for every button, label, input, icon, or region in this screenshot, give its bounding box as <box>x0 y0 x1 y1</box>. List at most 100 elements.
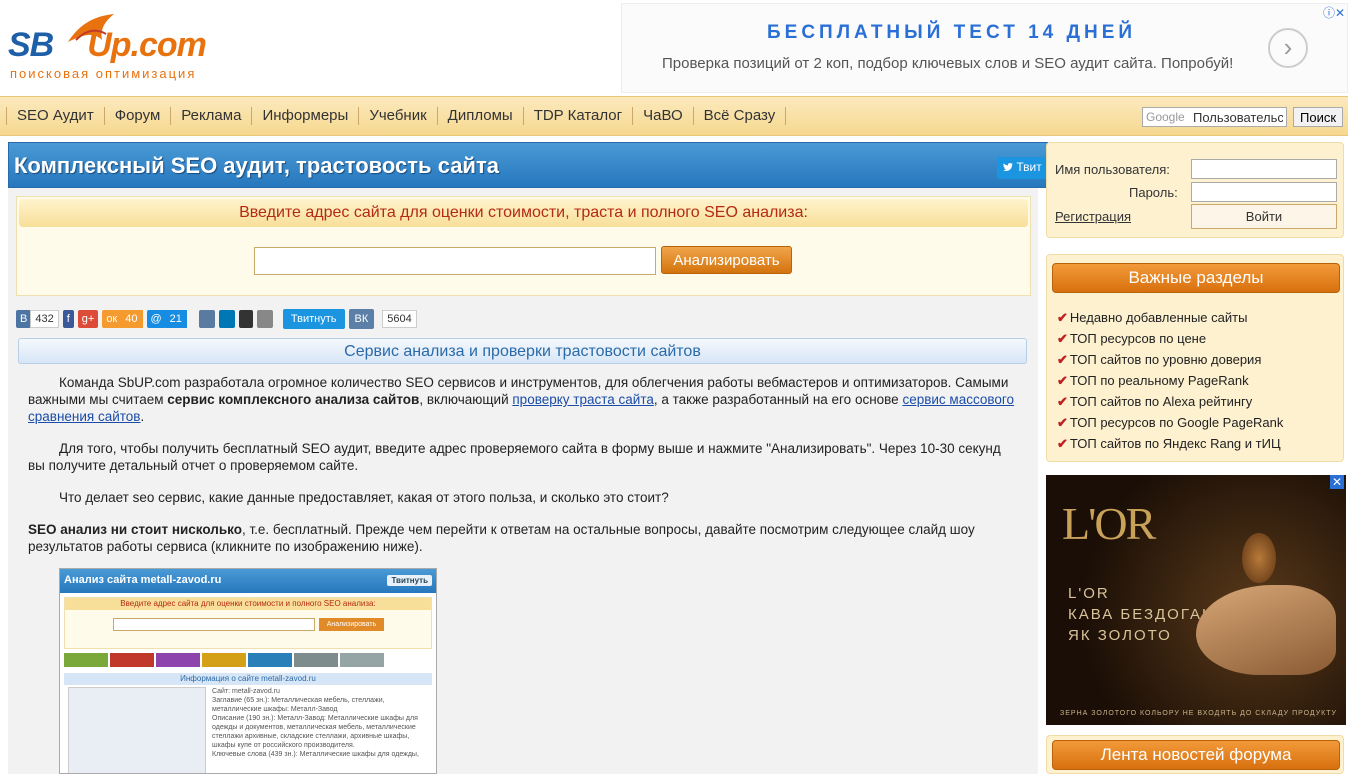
important-section-link[interactable]: ✔ ТОП сайтов по Яндекс Rang и тИЦ <box>1057 433 1283 454</box>
important-section-label: ТОП ресурсов по цене <box>1069 331 1207 346</box>
vk-share-count: 432 <box>30 310 59 328</box>
logo-wordmark: SB Up.com <box>8 26 207 64</box>
important-section-label: ТОП сайтов по уровню доверия <box>1069 352 1262 367</box>
bookmark-share-icon[interactable] <box>198 310 215 328</box>
twitter-icon <box>1003 163 1013 172</box>
important-section-link[interactable]: ✔ ТОП по реальному PageRank <box>1057 370 1283 391</box>
check-icon: ✔ <box>1057 394 1068 409</box>
linkedin-share-icon[interactable] <box>218 310 235 328</box>
section-heading: Сервис анализа и проверки трастовости са… <box>18 338 1027 364</box>
important-section-label: Недавно добавленные сайты <box>1069 310 1248 325</box>
ok-share-count: 40 <box>120 310 143 328</box>
site-header: SB Up.com поисковая оптимизация ⓘ✕ БЕСПЛА… <box>0 0 1348 96</box>
nav-item[interactable]: Форум <box>105 107 172 125</box>
ad-disclaimer: ЗЕРНА ЗОЛОТОГО КОЛЬОРУ НЕ ВХОДЯТЬ ДО СКЛ… <box>1060 710 1337 717</box>
mail-share-icon[interactable]: @ <box>146 310 166 328</box>
check-icon: ✔ <box>1057 331 1068 346</box>
slide-info-header: Информация о сайте metall-zavod.ru <box>64 673 432 685</box>
check-icon: ✔ <box>1057 310 1068 325</box>
ad-coffee-bean-image <box>1242 533 1276 583</box>
login-button[interactable]: Войти <box>1191 204 1337 229</box>
logo-tagline: поисковая оптимизация <box>10 66 197 81</box>
facebook-share-icon[interactable]: f <box>62 310 74 328</box>
paragraph-howto: Для того, чтобы получить бесплатный SEO … <box>28 441 1001 473</box>
paragraph-free: SEO анализ ни стоит нисколько, т.е. бесп… <box>28 522 975 554</box>
login-box: Имя пользователя: Пароль: Регистрация Во… <box>1046 142 1344 238</box>
delicious-share-icon[interactable] <box>238 310 253 328</box>
slideshow-preview-image[interactable]: Анализ сайта metall-zavod.ru Твитнуть Вве… <box>59 568 437 774</box>
vk-share-icon[interactable]: В <box>16 310 32 328</box>
paragraph-intro: Команда SbUP.com разработала огромное ко… <box>28 375 1015 424</box>
important-sections-title: Важные разделы <box>1052 263 1340 293</box>
slide-badges <box>64 653 432 669</box>
like-count: 5604 <box>382 310 417 328</box>
ad-close-icon[interactable]: ✕ <box>1330 475 1344 489</box>
tweet-share-button[interactable]: Твитнуть <box>282 309 345 329</box>
slide-site-thumbnail <box>68 687 206 773</box>
check-icon: ✔ <box>1057 373 1068 388</box>
important-section-label: ТОП ресурсов по Google PageRank <box>1069 415 1284 430</box>
form-header: Введите адрес сайта для оценки стоимости… <box>19 199 1028 227</box>
site-url-input[interactable] <box>254 247 656 275</box>
important-sections-list: ✔ Недавно добавленные сайты ✔ ТОП ресурсов … <box>1057 307 1283 454</box>
slide-site-meta: Сайт: metall-zavod.ru Заглавие (65 зн.):… <box>212 688 419 758</box>
site-search: Google Поиск <box>1142 107 1344 127</box>
gplus-share-icon[interactable]: g+ <box>77 310 99 328</box>
important-section-link[interactable]: ✔ ТОП сайтов по уровню доверия <box>1057 349 1283 370</box>
trust-check-link[interactable]: проверку траста сайта <box>512 392 654 407</box>
search-input[interactable] <box>1142 107 1287 127</box>
top-banner-ad[interactable]: ⓘ✕ БЕСПЛАТНЫЙ ТЕСТ 14 ДНЕЙ Проверка пози… <box>621 3 1348 93</box>
nav-item[interactable]: Дипломы <box>438 107 524 125</box>
important-section-link[interactable]: ✔ ТОП ресурсов по цене <box>1057 328 1283 349</box>
important-section-label: ТОП по реальному PageRank <box>1069 373 1249 388</box>
share-buttons: В 432 f g+ ок 40 @ 21 Твитнуть ВК 5604 <box>16 307 417 331</box>
username-input[interactable] <box>1191 159 1337 179</box>
vk-like-button[interactable]: ВК <box>348 309 375 329</box>
nav-item[interactable]: SEO Аудит <box>6 107 105 125</box>
main-nav: SEO Аудит Форум Реклама Информеры Учебник Дип… <box>0 96 1348 136</box>
sidebar-ad-lor[interactable]: ✕ L'OR L'OR КАВА БЕЗДОГАННА, ЯК ЗОЛОТО ЗЕР… <box>1046 475 1346 725</box>
forum-news-box: Лента новостей форума <box>1046 735 1344 774</box>
register-link[interactable]: Регистрация <box>1055 209 1131 224</box>
check-icon: ✔ <box>1057 352 1068 367</box>
check-icon: ✔ <box>1057 436 1068 451</box>
sidebar: Имя пользователя: Пароль: Регистрация Во… <box>1046 142 1348 774</box>
nav-item[interactable]: TDP Каталог <box>524 107 634 125</box>
ad-brand-logo: L'OR <box>1062 498 1156 549</box>
important-section-label: ТОП сайтов по Яндекс Rang и тИЦ <box>1069 436 1281 451</box>
important-section-link[interactable]: ✔ Недавно добавленные сайты <box>1057 307 1283 328</box>
important-section-link[interactable]: ✔ ТОП ресурсов по Google PageRank <box>1057 412 1283 433</box>
site-logo[interactable]: SB Up.com поисковая оптимизация <box>8 14 258 84</box>
password-label: Пароль: <box>1129 185 1178 200</box>
slide-title-bar: Анализ сайта metall-zavod.ru Твитнуть <box>60 569 436 593</box>
nav-item[interactable]: Учебник <box>359 107 438 125</box>
slide-form: Введите адрес сайта для оценки стоимости… <box>64 597 432 649</box>
more-share-icon[interactable] <box>256 310 273 328</box>
nav-item[interactable]: Всё Сразу <box>694 107 787 125</box>
important-section-link[interactable]: ✔ ТОП сайтов по Alexa рейтингу <box>1057 391 1283 412</box>
page-title-bar: Комплексный SEO аудит, трастовость сайта… <box>8 142 1057 188</box>
nav-item[interactable]: Реклама <box>171 107 253 125</box>
ok-share-icon[interactable]: ок <box>102 310 122 328</box>
check-icon: ✔ <box>1057 415 1068 430</box>
mail-share-count: 21 <box>164 310 187 328</box>
nav-item[interactable]: ЧаВО <box>633 107 694 125</box>
ad-title: БЕСПЛАТНЫЙ ТЕСТ 14 ДНЕЙ <box>767 22 1137 43</box>
analyze-form: Введите адрес сайта для оценки стоимости… <box>16 196 1031 296</box>
tweet-label: Твит <box>1016 160 1042 174</box>
analyze-button[interactable]: Анализировать <box>661 246 792 274</box>
important-sections: Важные разделы ✔ Недавно добавленные сайт… <box>1046 254 1344 462</box>
nav-item[interactable]: Информеры <box>252 107 360 125</box>
article-body: Команда SbUP.com разработала огромное ко… <box>28 374 1018 570</box>
ad-arrow-icon[interactable]: › <box>1268 28 1308 68</box>
username-label: Имя пользователя: <box>1055 162 1170 177</box>
search-button[interactable]: Поиск <box>1293 107 1344 127</box>
ad-choices-icon[interactable]: ⓘ✕ <box>1323 4 1345 21</box>
main-content: Комплексный SEO аудит, трастовость сайта… <box>8 142 1057 774</box>
nav-list: SEO Аудит Форум Реклама Информеры Учебник Дип… <box>6 107 787 125</box>
ad-text: Проверка позиций от 2 коп, подбор ключев… <box>662 55 1234 72</box>
paragraph-question: Что делает seo сервис, какие данные пред… <box>59 490 669 505</box>
password-input[interactable] <box>1191 182 1337 202</box>
forum-news-title: Лента новостей форума <box>1052 740 1340 770</box>
important-section-label: ТОП сайтов по Alexa рейтингу <box>1069 394 1253 409</box>
